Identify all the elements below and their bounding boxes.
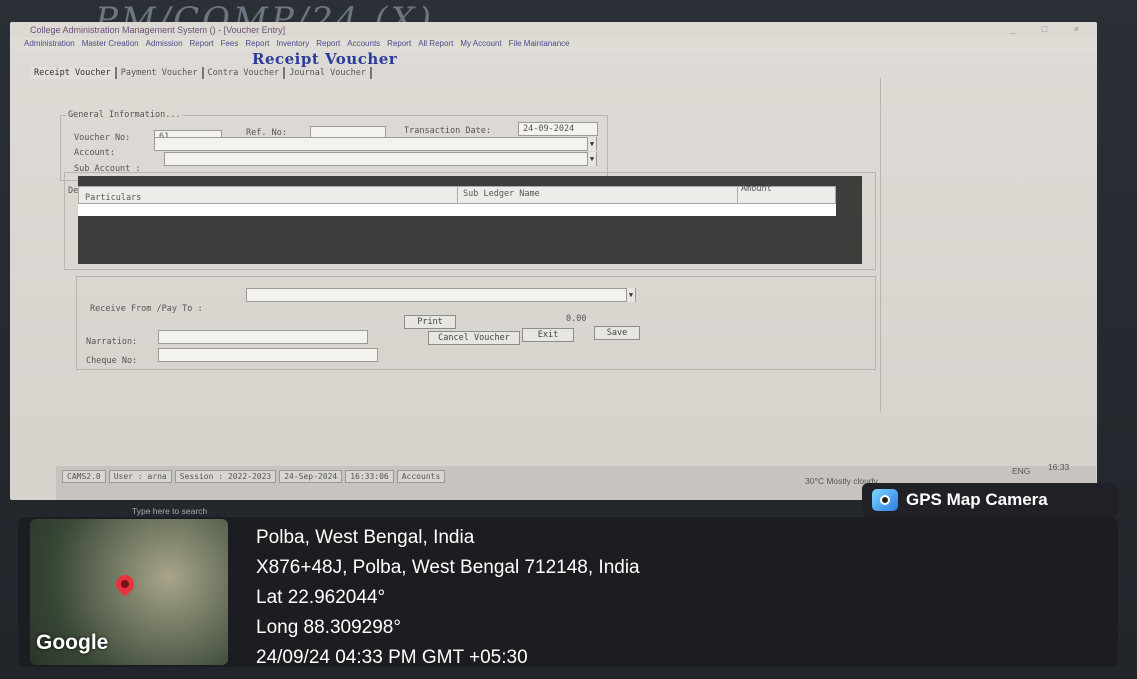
language-indicator[interactable]: ENG [1012, 466, 1030, 476]
menu-item-fees[interactable]: Fees [221, 39, 239, 49]
menu-item-master-creation[interactable]: Master Creation [82, 39, 139, 49]
column-sub-ledger-name: Sub Ledger Name [463, 189, 540, 199]
menu-item-accounts[interactable]: Accounts [347, 39, 380, 49]
gps-datetime: 24/09/24 04:33 PM GMT +05:30 [256, 647, 528, 668]
menu-item-report-2[interactable]: Report [245, 39, 269, 49]
status-session: Session : 2022-2023 [174, 470, 277, 483]
menu-item-inventory[interactable]: Inventory [276, 39, 309, 49]
status-date: 24-Sep-2024 [279, 470, 343, 483]
cheque-no-input[interactable] [158, 348, 378, 362]
sub-account-combo[interactable]: ▼ [164, 152, 597, 166]
column-amount: Amount [741, 184, 772, 194]
menu-item-report-3[interactable]: Report [316, 39, 340, 49]
menu-item-admission[interactable]: Admission [146, 39, 183, 49]
narration-label: Narration: [86, 337, 138, 347]
gps-place: Polba, West Bengal, India [256, 527, 475, 548]
table-row[interactable] [78, 204, 836, 216]
window-controls[interactable]: _ □ × [1010, 24, 1091, 34]
page-title: Receipt Voucher [252, 50, 398, 68]
menu-item-my-account[interactable]: My Account [460, 39, 501, 49]
system-clock[interactable]: 16:33 [1048, 462, 1069, 472]
column-particulars: Particulars [85, 193, 142, 203]
receive-from-combo[interactable]: ▼ [246, 288, 636, 302]
menu-item-administration[interactable]: Administration [24, 39, 75, 49]
receive-from-dropdown-icon[interactable]: ▼ [626, 288, 635, 302]
title-bar: College Administration Management System… [10, 22, 1097, 37]
account-dropdown-icon[interactable]: ▼ [587, 137, 596, 151]
column-divider [737, 187, 738, 205]
sub-account-dropdown-icon[interactable]: ▼ [587, 152, 596, 166]
window-title: College Administration Management System… [30, 25, 286, 35]
amount-total: 0.00 [566, 314, 587, 324]
account-combo[interactable]: ▼ [154, 137, 597, 151]
status-user: User : arna [108, 470, 172, 483]
gps-longitude: Long 88.309298° [256, 617, 401, 638]
account-label: Account: [74, 148, 115, 158]
menu-item-report-1[interactable]: Report [190, 39, 214, 49]
save-button[interactable]: Save [594, 326, 640, 340]
camera-logo-icon [872, 489, 898, 511]
cheque-no-label: Cheque No: [86, 356, 138, 366]
taskbar-search[interactable]: Type here to search [132, 506, 207, 516]
status-module: Accounts [396, 470, 446, 483]
map-provider-label: Google [36, 631, 109, 654]
location-pin-icon [112, 571, 138, 597]
general-info-legend: General Information... [66, 110, 183, 120]
gps-address: X876+48J, Polba, West Bengal 712148, Ind… [256, 557, 640, 578]
status-time: 16:33:06 [345, 470, 394, 483]
status-bar: CAMS2.0 User : arna Session : 2022-2023 … [62, 470, 446, 483]
receive-from-label: Receive From /Pay To : [90, 304, 203, 314]
menu-item-file-maintanance[interactable]: File Maintanance [509, 39, 570, 49]
print-button[interactable]: Print [404, 315, 456, 329]
status-app: CAMS2.0 [62, 470, 106, 483]
gps-badge-text: GPS Map Camera [906, 490, 1048, 509]
cancel-voucher-button[interactable]: Cancel Voucher [428, 331, 520, 345]
transaction-date-label: Transaction Date: [404, 126, 491, 136]
map-thumbnail: Google [30, 519, 228, 665]
gps-latitude: Lat 22.962044° [256, 587, 386, 608]
column-divider [457, 187, 458, 205]
gps-text-block: Polba, West Bengal, India X876+48J, Polb… [256, 523, 640, 673]
gps-camera-badge: GPS Map Camera [862, 483, 1118, 517]
transaction-date-input[interactable]: 24-09-2024 [518, 122, 598, 136]
menu-item-report-4[interactable]: Report [387, 39, 411, 49]
narration-input[interactable] [158, 330, 368, 344]
menu-item-all-report[interactable]: All Report [418, 39, 453, 49]
menu-bar: Administration Master Creation Admission… [10, 37, 1097, 51]
details-grid-header: Particulars Sub Ledger Name Amount [78, 184, 836, 205]
voucher-no-label: Voucher No: [74, 133, 131, 143]
exit-button[interactable]: Exit [522, 328, 574, 342]
